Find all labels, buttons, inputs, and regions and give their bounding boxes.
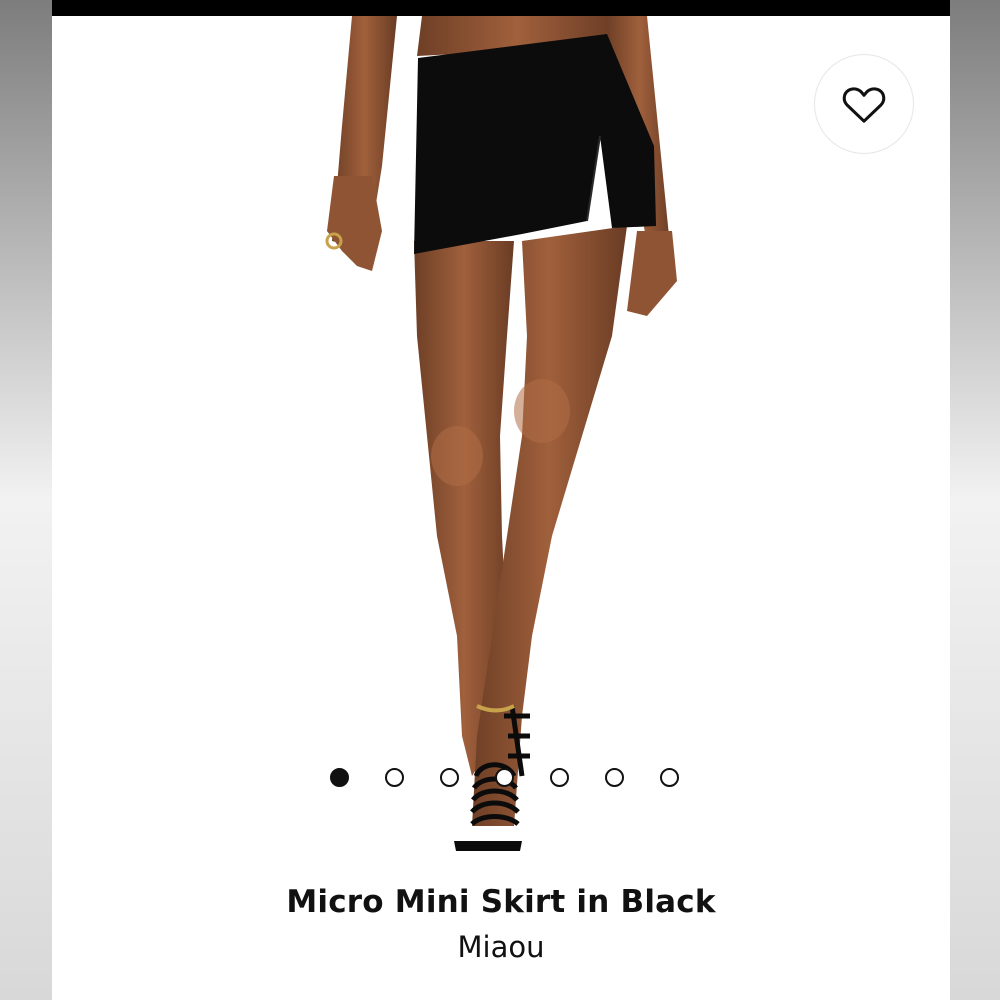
image-pagination bbox=[52, 768, 950, 787]
product-photo-illustration bbox=[325, 16, 677, 851]
favorite-button[interactable] bbox=[814, 54, 914, 154]
skirt bbox=[414, 34, 656, 254]
pagination-dot-2[interactable] bbox=[384, 768, 404, 787]
backdrop-right bbox=[948, 0, 1000, 1000]
pagination-dot-5[interactable] bbox=[549, 768, 569, 787]
pagination-dot-1[interactable] bbox=[329, 768, 349, 787]
model-left-hand bbox=[327, 176, 382, 271]
heart-icon bbox=[842, 87, 886, 123]
brand-name[interactable]: Miaou bbox=[52, 930, 950, 964]
phone-screen: Micro Mini Skirt in Black Miaou bbox=[52, 0, 950, 1000]
product-info: Micro Mini Skirt in Black Miaou bbox=[52, 884, 950, 964]
pagination-dot-4[interactable] bbox=[494, 768, 514, 787]
pagination-dot-7[interactable] bbox=[659, 768, 679, 787]
pagination-dot-6[interactable] bbox=[604, 768, 624, 787]
model-right-hand bbox=[627, 231, 677, 316]
status-bar bbox=[52, 0, 950, 16]
pagination-dot-3[interactable] bbox=[439, 768, 459, 787]
backdrop-left bbox=[0, 0, 52, 1000]
product-title: Micro Mini Skirt in Black bbox=[286, 884, 716, 920]
product-image[interactable] bbox=[52, 16, 950, 866]
